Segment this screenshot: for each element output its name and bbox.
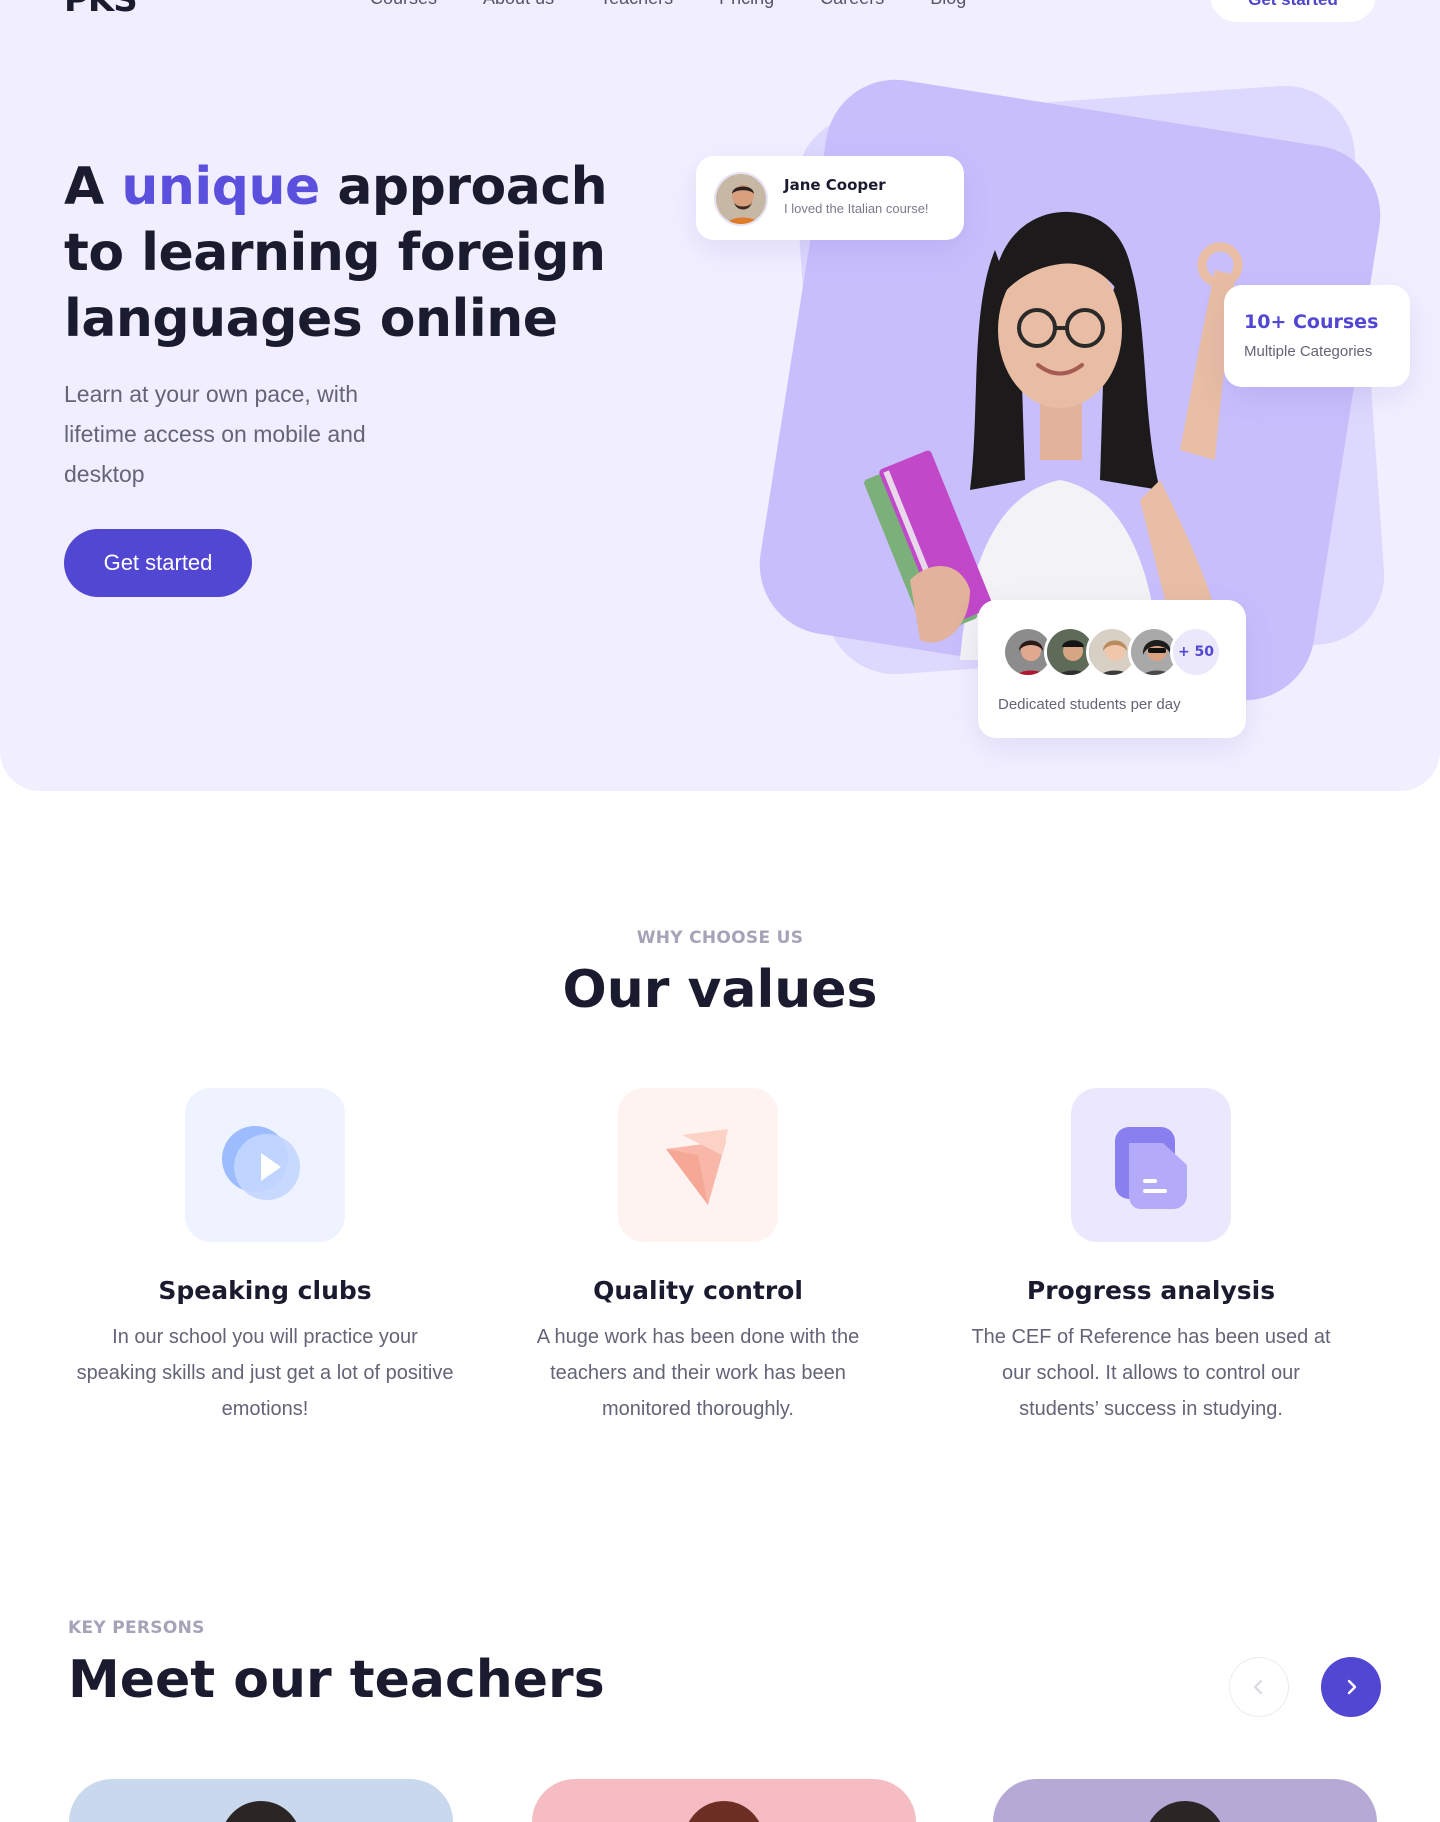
teacher-card[interactable] [993,1779,1377,1822]
nav-link-about[interactable]: About us [483,0,554,9]
value-tile [1071,1088,1231,1242]
courses-subtitle: Multiple Categories [1244,343,1373,360]
value-title: Speaking clubs [158,1276,372,1305]
teacher-photo [1145,1801,1225,1822]
value-text: A huge work has been done with the teach… [536,1326,860,1420]
chevron-right-icon [1347,1679,1357,1695]
value-card-speaking: Speaking clubs In our school you will pr… [75,1088,455,1427]
chevron-left-icon [1254,1680,1262,1694]
hero-title-accent: unique [121,157,320,217]
person-avatar-icon [716,174,766,224]
hero-section: PKS Courses About us Teachers Pricing Ca… [0,0,1440,791]
students-card: + 50 Dedicated students per day [978,600,1246,738]
main-nav: Courses About us Teachers Pricing Career… [370,0,966,9]
hero-get-started-button[interactable]: Get started [64,529,252,597]
carousel-next-button[interactable] [1321,1657,1381,1717]
courses-card: 10+ Courses Multiple Categories [1224,285,1410,387]
values-title: Our values [562,960,878,1020]
hero-subtitle: Learn at your own pace, with lifetime ac… [64,381,366,487]
teacher-photo [684,1801,764,1822]
nav-link-blog[interactable]: Blog [930,0,966,9]
courses-count: 10+ Courses [1244,311,1379,333]
testimonial-avatar [714,172,768,226]
nav-link-careers[interactable]: Careers [820,0,884,9]
nav-link-pricing[interactable]: Pricing [719,0,774,9]
testimonial-quote: I loved the Italian course! [784,201,929,216]
nav-link-courses[interactable]: Courses [370,0,437,9]
teacher-card[interactable] [532,1779,916,1822]
hero-title-start: A [64,157,122,217]
testimonial-name: Jane Cooper [784,176,886,194]
hero-title: A unique approach to learning foreign la… [64,154,684,352]
nav-get-started-button[interactable]: Get started [1210,0,1376,22]
carousel-prev-button[interactable] [1229,1657,1289,1717]
value-title: Progress analysis [1026,1276,1276,1305]
value-card-progress: Progress analysis The CEF of Reference h… [961,1088,1341,1427]
student-avatars: + 50 [1002,626,1222,678]
value-tile [185,1088,345,1242]
value-card-quality: Quality control A huge work has been don… [508,1088,888,1427]
teachers-eyebrow: KEY PERSONS [68,1618,205,1638]
document-icon [1115,1127,1187,1209]
logo-text: PKS [64,0,138,20]
value-title: Quality control [593,1276,803,1305]
value-tile [618,1088,778,1242]
values-eyebrow: WHY CHOOSE US [636,928,804,948]
teacher-card[interactable] [69,1779,453,1822]
testimonial-card: Jane Cooper I loved the Italian course! [696,156,964,240]
more-students-badge: + 50 [1170,626,1222,678]
teacher-photo [221,1801,301,1822]
students-label: Dedicated students per day [998,696,1181,713]
quality-cone-icon [666,1129,728,1205]
nav-link-teachers[interactable]: Teachers [600,0,673,9]
value-text: The CEF of Reference has been used at ou… [971,1326,1331,1420]
logo[interactable]: PKS [64,0,138,20]
value-text: In our school you will practice your spe… [76,1326,454,1420]
play-icon [222,1126,300,1200]
teachers-title: Meet our teachers [68,1650,605,1710]
